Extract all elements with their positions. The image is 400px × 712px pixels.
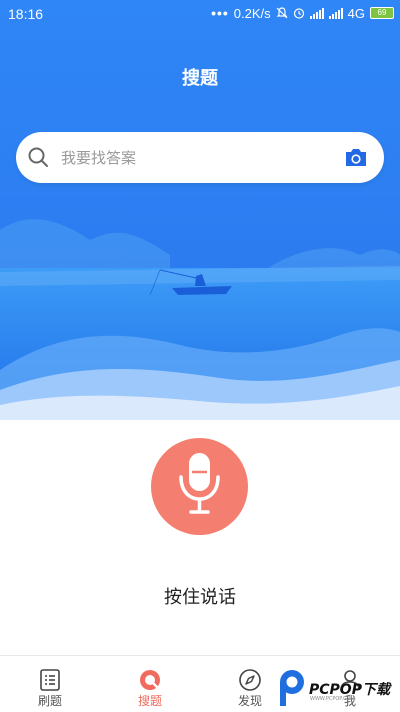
tab-label: 搜题 [137, 694, 162, 708]
compass-icon [239, 669, 261, 691]
tab-search[interactable]: 搜题 [100, 656, 200, 712]
camera-icon[interactable] [344, 146, 368, 168]
pcpop-logo-icon [280, 670, 304, 706]
battery-level: 69 [377, 8, 387, 17]
page-title: 搜题 [182, 68, 218, 89]
tab-label: 刷题 [37, 694, 62, 708]
mute-icon [276, 7, 288, 19]
net-speed: 0.2K/s [233, 5, 271, 21]
microphone-icon [179, 453, 220, 514]
voice-hint: 按住说话 [164, 587, 236, 608]
lake-scenery [0, 219, 400, 420]
watermark-subtext: WWW.PCPOP.COM [310, 696, 355, 702]
alarm-icon [293, 8, 304, 19]
watermark: PCPOP下载 WWW.PCPOP.COM [278, 666, 400, 711]
search-icon [28, 147, 48, 167]
list-icon [40, 669, 60, 691]
search-circle-icon [140, 670, 160, 690]
status-bar: 18:16 ••• 0.2K/s 4G 69 [0, 0, 400, 28]
search-box[interactable]: 我要找答案 [16, 132, 384, 183]
signal-icon [309, 7, 324, 19]
status-dots: ••• [211, 5, 229, 21]
voice-record-button[interactable] [151, 438, 248, 535]
hero-banner: 18:16 ••• 0.2K/s 4G 69 搜题 我要找答案 [0, 0, 400, 420]
tab-practice[interactable]: 刷题 [0, 656, 100, 712]
status-time: 18:16 [8, 6, 44, 22]
battery-icon: 69 [370, 7, 394, 19]
search-input[interactable]: 我要找答案 [61, 147, 136, 168]
signal-hd-icon [328, 7, 343, 19]
status-icons: ••• 0.2K/s 4G 69 [211, 5, 394, 21]
network-type: 4G [347, 5, 365, 21]
